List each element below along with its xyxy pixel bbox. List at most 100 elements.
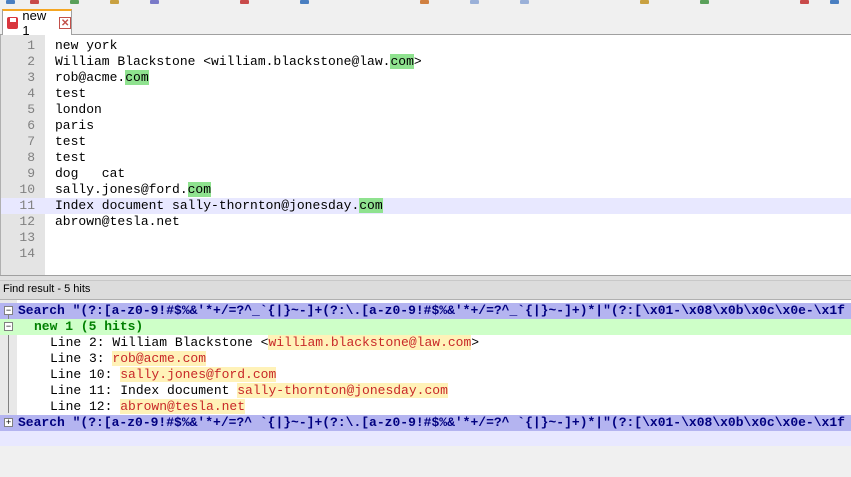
line-text: london	[55, 102, 102, 118]
line-text: test	[55, 86, 86, 102]
line-text: abrown@tesla.net	[55, 214, 180, 230]
line-text: test	[55, 134, 86, 150]
text-segment: test	[55, 134, 87, 149]
line-number: 9	[27, 166, 35, 181]
text-segment: sally.jones@ford.	[55, 182, 188, 197]
result-row[interactable]: Line 3: rob@acme.com	[0, 351, 851, 367]
toolbar-icon[interactable]	[700, 0, 709, 4]
toolbar-icon[interactable]	[470, 0, 479, 4]
result-match: sally-thornton@jonesday.com	[237, 383, 448, 398]
line-number: 3	[27, 70, 35, 85]
result-match: abrown@tesla.net	[120, 399, 246, 414]
find-result-title: Find result - 5 hits	[3, 283, 91, 295]
empty-area	[0, 446, 851, 477]
search-row-collapsed[interactable]: + Search "(?:[a-z0-9!#$%&'*+/=?^ `{|}~-]…	[0, 415, 851, 431]
line-number: 13	[19, 230, 35, 245]
editor-line[interactable]: 10 sally.jones@ford.com	[1, 182, 851, 198]
result-text: Line 10: sally.jones@ford.com	[50, 367, 277, 383]
collapse-icon[interactable]: −	[4, 306, 13, 315]
editor-line[interactable]: 11 Index document sally-thornton@jonesday…	[1, 198, 851, 214]
editor-line[interactable]: 8 test	[1, 150, 851, 166]
match-highlight: com	[187, 182, 212, 197]
editor-line[interactable]: 2 William Blackstone <william.blackstone@…	[1, 54, 851, 70]
result-prefix: Line 10:	[50, 367, 121, 382]
line-text: new york	[55, 38, 117, 54]
search-row[interactable]: − Search "(?:[a-z0-9!#$%&'*+/=?^_`{|}~-]…	[0, 303, 851, 319]
line-text: rob@acme.com	[55, 70, 149, 86]
line-text: Index document sally-thornton@jonesday.c…	[55, 198, 383, 214]
text-segment: >	[413, 54, 422, 69]
text-segment: William Blackstone <william.blackstone@l…	[55, 54, 391, 69]
result-row[interactable]: Line 10: sally.jones@ford.com	[0, 367, 851, 383]
toolbar-icon[interactable]	[240, 0, 249, 4]
toolbar-icon[interactable]	[70, 0, 79, 4]
file-result-row[interactable]: − new 1 (5 hits)	[0, 319, 851, 335]
result-match: rob@acme.com	[112, 351, 207, 366]
tab-label: new 1	[22, 8, 47, 38]
match-highlight: com	[359, 198, 383, 213]
line-text: paris	[55, 118, 94, 134]
editor-line[interactable]: 5 london	[1, 102, 851, 118]
line-text: test	[55, 150, 86, 166]
file-result-header: new 1 (5 hits)	[34, 319, 144, 334]
match-highlight: com	[390, 54, 414, 69]
result-suffix: >	[471, 335, 480, 350]
line-number: 1	[27, 38, 35, 53]
line-number: 12	[19, 214, 35, 229]
editor-line[interactable]: 14	[1, 246, 851, 262]
result-text: Line 3: rob@acme.com	[50, 351, 207, 367]
text-segment: test	[55, 86, 87, 101]
result-row[interactable]: Line 11: Index document sally-thornton@j…	[0, 383, 851, 399]
line-number: 8	[27, 150, 35, 165]
match-highlight: com	[125, 70, 149, 85]
line-text: sally.jones@ford.com	[55, 182, 212, 198]
result-match: william.blackstone@law.com	[268, 335, 472, 350]
text-segment: test	[55, 150, 87, 165]
editor-line[interactable]: 7 test	[1, 134, 851, 150]
result-text: Line 12: abrown@tesla.net	[50, 399, 246, 415]
text-segment: rob@acme.	[55, 70, 126, 85]
search-query: Search "(?:[a-z0-9!#$%&'*+/=?^ `{|}~-]+(…	[18, 415, 845, 430]
search-query: Search "(?:[a-z0-9!#$%&'*+/=?^_`{|}~-]+(…	[18, 303, 845, 318]
text-segment: dog cat	[55, 166, 126, 181]
line-number: 6	[27, 118, 35, 133]
editor[interactable]: 1 new york 2 William Blackstone <william.bl…	[0, 35, 851, 275]
toolbar-icon[interactable]	[420, 0, 429, 4]
text-segment: Index document sally-thornton@jonesday.	[55, 198, 360, 213]
line-number: 10	[19, 182, 35, 197]
tab-new-1[interactable]: new 1 ✕	[2, 8, 72, 38]
close-icon[interactable]: ✕	[59, 17, 71, 29]
editor-line[interactable]: 4 test	[1, 86, 851, 102]
result-prefix: Line 12:	[50, 399, 121, 414]
result-prefix: Line 11: Index document	[50, 383, 238, 398]
collapse-icon[interactable]: −	[4, 322, 13, 331]
text-segment: london	[55, 102, 102, 117]
toolbar-icon[interactable]	[830, 0, 839, 4]
editor-line[interactable]: 6 paris	[1, 118, 851, 134]
result-row[interactable]: Line 12: abrown@tesla.net	[0, 399, 851, 415]
toolbar-icon[interactable]	[110, 0, 119, 4]
result-prefix: Line 3:	[50, 351, 113, 366]
line-text: William Blackstone <william.blackstone@l…	[55, 54, 422, 70]
result-row[interactable]: Line 2: William Blackstone <william.blac…	[0, 335, 851, 351]
expand-icon[interactable]: +	[4, 418, 13, 427]
toolbar-icon[interactable]	[640, 0, 649, 4]
text-segment: paris	[55, 118, 95, 133]
toolbar-icon[interactable]	[6, 0, 15, 4]
unsaved-file-icon	[7, 17, 19, 29]
toolbar-icon[interactable]	[300, 0, 309, 4]
result-prefix: Line 2: William Blackstone <	[50, 335, 269, 350]
toolbar-icon[interactable]	[800, 0, 809, 4]
editor-line[interactable]: 9 dog cat	[1, 166, 851, 182]
line-number: 11	[19, 198, 35, 213]
toolbar-icon[interactable]	[520, 0, 529, 4]
toolbar-icon[interactable]	[150, 0, 159, 4]
editor-line[interactable]: 1 new york	[1, 38, 851, 54]
editor-line[interactable]: 13	[1, 230, 851, 246]
toolbar-icon[interactable]	[30, 0, 39, 4]
editor-line[interactable]: 3 rob@acme.com	[1, 70, 851, 86]
line-number: 4	[27, 86, 35, 101]
empty-row	[0, 431, 851, 447]
result-text: Line 11: Index document sally-thornton@j…	[50, 383, 448, 399]
editor-line[interactable]: 12 abrown@tesla.net	[1, 214, 851, 230]
